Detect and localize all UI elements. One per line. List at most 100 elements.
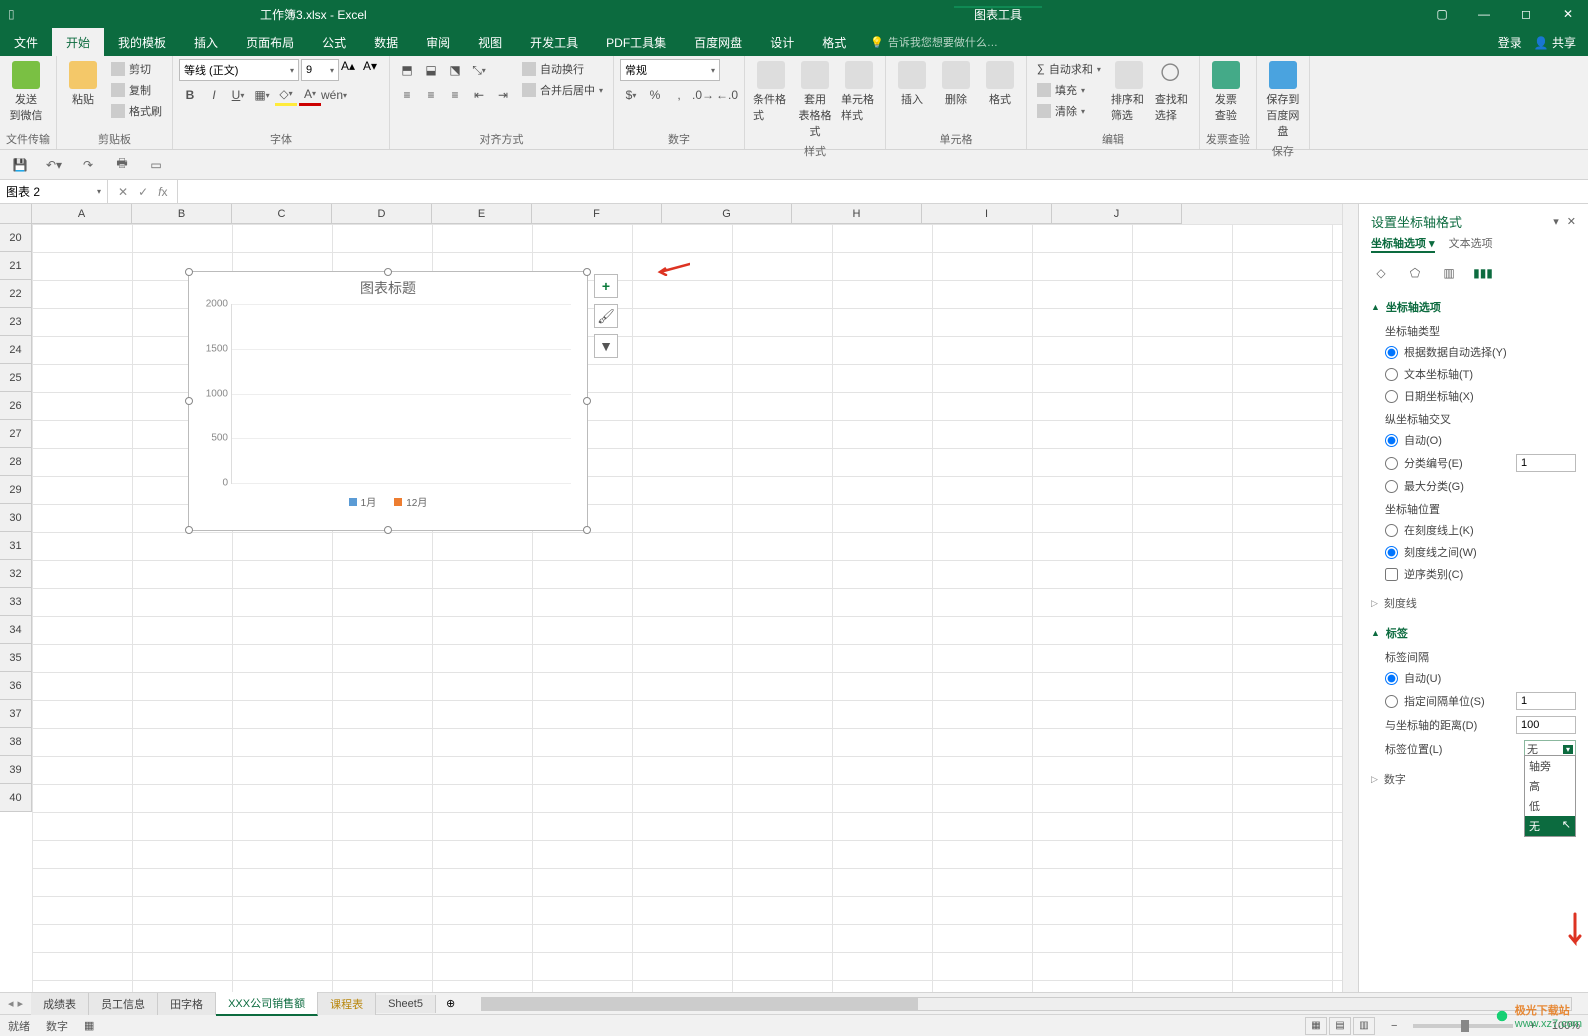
distance-input[interactable] [1516, 716, 1576, 734]
align-right-icon[interactable]: ≡ [444, 84, 466, 106]
tab-baidunetdisk[interactable]: 百度网盘 [680, 28, 756, 56]
interval-input[interactable] [1516, 692, 1576, 710]
dropdown-option-low[interactable]: 低 [1525, 796, 1575, 816]
autosum-button[interactable]: ∑自动求和▾ [1033, 59, 1105, 79]
dropdown-option-none[interactable]: 无 ↖ [1525, 816, 1575, 836]
subtab-text-options[interactable]: 文本选项 [1449, 235, 1493, 253]
column-header[interactable]: B [132, 204, 232, 224]
view-pagelayout-icon[interactable]: ▤ [1329, 1017, 1351, 1035]
print-icon[interactable]: 🖶 [112, 155, 132, 175]
column-header[interactable]: C [232, 204, 332, 224]
percent-icon[interactable]: % [644, 84, 666, 106]
row-header[interactable]: 39 [0, 756, 32, 784]
resize-handle[interactable] [384, 268, 392, 276]
sheet-tab[interactable]: 成绩表 [31, 993, 89, 1015]
sheet-tab[interactable]: Sheet5 [376, 995, 436, 1013]
section-labels[interactable]: ▲标签 [1371, 621, 1576, 645]
section-axis-options[interactable]: ▲坐标轴选项 [1371, 295, 1576, 319]
underline-button[interactable]: U▾ [227, 84, 249, 106]
chart-filters-button[interactable]: ▼ [594, 334, 618, 358]
redo-icon[interactable]: ↷ [78, 155, 98, 175]
find-select-button[interactable]: 查找和选择 [1153, 59, 1193, 125]
tab-home[interactable]: 开始 [52, 28, 104, 56]
row-header[interactable]: 38 [0, 728, 32, 756]
sheet-nav-last-icon[interactable]: ▸ [18, 997, 24, 1010]
resize-handle[interactable] [583, 526, 591, 534]
row-header[interactable]: 24 [0, 336, 32, 364]
tab-view[interactable]: 视图 [464, 28, 516, 56]
radio-auto-by-data[interactable]: 根据数据自动选择(Y) [1371, 341, 1576, 363]
horizontal-scrollbar[interactable] [481, 997, 1572, 1011]
tab-pagelayout[interactable]: 页面布局 [232, 28, 308, 56]
column-header[interactable]: H [792, 204, 922, 224]
decrease-font-icon[interactable]: A▾ [363, 59, 383, 81]
cell-grid[interactable]: 2021222324252627282930313233343536373839… [0, 224, 1342, 992]
accept-formula-icon[interactable]: ✓ [138, 185, 148, 199]
sheet-tab[interactable]: 课程表 [318, 993, 376, 1015]
font-color-button[interactable]: A▾ [299, 84, 321, 106]
tab-file[interactable]: 文件 [0, 28, 52, 56]
tab-chart-format[interactable]: 格式 [808, 28, 860, 56]
row-header[interactable]: 26 [0, 392, 32, 420]
number-format-select[interactable]: 常规▾ [620, 59, 720, 81]
fill-line-icon[interactable]: ◇ [1371, 263, 1391, 283]
dropdown-option-beside[interactable]: 轴旁 [1525, 756, 1575, 776]
row-header[interactable]: 33 [0, 588, 32, 616]
row-header[interactable]: 29 [0, 476, 32, 504]
invoice-check-button[interactable]: 发票 查验 [1206, 59, 1246, 125]
align-top-icon[interactable]: ⬒ [396, 59, 418, 81]
align-bottom-icon[interactable]: ⬔ [444, 59, 466, 81]
cat-num-input[interactable] [1516, 454, 1576, 472]
row-header[interactable]: 30 [0, 504, 32, 532]
currency-icon[interactable]: $▾ [620, 84, 642, 106]
tell-me-search[interactable]: 💡告诉我您想要做什么… [860, 28, 1008, 56]
menu-icon[interactable]: ▯ [8, 7, 22, 21]
chart-object[interactable]: 图表标题 0500100015002000 1月 12月 [188, 271, 588, 531]
sheet-nav-first-icon[interactable]: ◂ [8, 997, 14, 1010]
conditional-format-button[interactable]: 条件格式 [751, 59, 791, 125]
tab-formulas[interactable]: 公式 [308, 28, 360, 56]
align-left-icon[interactable]: ≡ [396, 84, 418, 106]
effects-icon[interactable]: ⬠ [1405, 263, 1425, 283]
align-center-icon[interactable]: ≡ [420, 84, 442, 106]
format-cells-button[interactable]: 格式 [980, 59, 1020, 109]
save-to-baidu-button[interactable]: 保存到 百度网盘 [1263, 59, 1303, 141]
resize-handle[interactable] [185, 397, 193, 405]
ribbon-options-icon[interactable]: ▢ [1422, 0, 1462, 28]
tab-chart-design[interactable]: 设计 [756, 28, 808, 56]
radio-cross-cat-num[interactable]: 分类编号(E) [1371, 451, 1576, 475]
chart-styles-button[interactable]: 🖌 [594, 304, 618, 328]
copy-button[interactable]: 复制 [107, 80, 166, 100]
insert-cells-button[interactable]: 插入 [892, 59, 932, 109]
chart-legend[interactable]: 1月 12月 [189, 484, 587, 513]
sheet-tab[interactable]: 田字格 [158, 993, 216, 1015]
zoom-out-icon[interactable]: − [1391, 1020, 1397, 1032]
bold-button[interactable]: B [179, 84, 201, 106]
name-box[interactable]: 图表 2▾ [0, 180, 108, 203]
row-header[interactable]: 27 [0, 420, 32, 448]
tab-review[interactable]: 审阅 [412, 28, 464, 56]
increase-font-icon[interactable]: A▴ [341, 59, 361, 81]
cut-button[interactable]: 剪切 [107, 59, 166, 79]
formula-input[interactable] [178, 180, 1588, 203]
radio-interval-specify[interactable]: 指定间隔单位(S) [1371, 689, 1576, 713]
radio-interval-auto[interactable]: 自动(U) [1371, 667, 1576, 689]
fx-icon[interactable]: fx [158, 185, 167, 199]
radio-on-tick[interactable]: 在刻度线上(K) [1371, 519, 1576, 541]
vertical-scrollbar[interactable] [1342, 204, 1358, 992]
tab-mytemplates[interactable]: 我的模板 [104, 28, 180, 56]
increase-decimal-icon[interactable]: .0→ [692, 84, 714, 106]
size-props-icon[interactable]: ▥ [1439, 263, 1459, 283]
align-middle-icon[interactable]: ⬓ [420, 59, 442, 81]
paste-button[interactable]: 粘贴 [63, 59, 103, 109]
view-pagebreak-icon[interactable]: ▥ [1353, 1017, 1375, 1035]
share-button[interactable]: 👤 共享 [1534, 34, 1576, 51]
pane-dropdown-icon[interactable]: ▾ [1553, 215, 1559, 228]
resize-handle[interactable] [583, 268, 591, 276]
minimize-icon[interactable]: — [1464, 0, 1504, 28]
indent-increase-icon[interactable]: ⇥ [492, 84, 514, 106]
axis-options-icon[interactable]: ▮▮▮ [1473, 263, 1493, 283]
section-ticks[interactable]: ▷刻度线 [1371, 591, 1576, 615]
undo-icon[interactable]: ↶▾ [44, 155, 64, 175]
column-header[interactable]: G [662, 204, 792, 224]
